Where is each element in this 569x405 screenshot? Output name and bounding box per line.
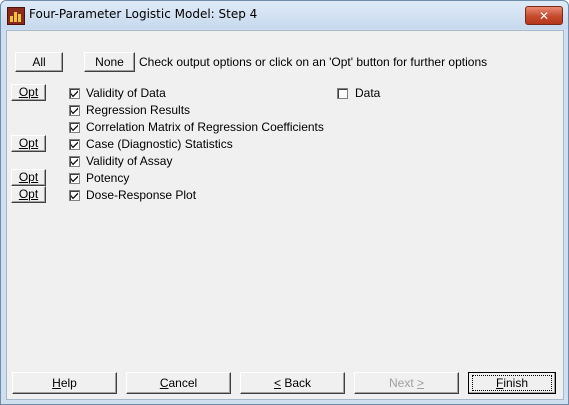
cancel-button[interactable]: Cancel [126, 372, 231, 394]
opt-button[interactable]: Opt [11, 169, 46, 186]
back-button[interactable]: < Back [240, 372, 345, 394]
opt-button-label: Opt [18, 136, 39, 150]
option-checkbox[interactable] [69, 88, 80, 99]
opt-button[interactable]: Opt [11, 186, 46, 203]
focus-rectangle [472, 375, 552, 391]
finish-button[interactable]: Finish [468, 372, 556, 394]
none-button-label: None [95, 55, 124, 69]
data-checkbox-label[interactable]: Data [355, 86, 380, 100]
cancel-button-label: Cancel [159, 376, 198, 390]
next-button[interactable]: Next > [354, 372, 459, 394]
opt-button[interactable]: Opt [11, 84, 46, 101]
close-button[interactable]: ✕ [525, 6, 563, 25]
option-checkbox[interactable] [69, 122, 80, 133]
opt-button-label: Opt [18, 85, 39, 99]
option-label[interactable]: Regression Results [86, 103, 190, 117]
option-checkbox[interactable] [69, 173, 80, 184]
help-button-label: Help [52, 376, 77, 390]
back-button-label: < Back [273, 376, 312, 390]
option-checkbox[interactable] [69, 156, 80, 167]
checkmark-icon [71, 192, 78, 200]
dialog-window: Four-Parameter Logistic Model: Step 4 ✕ … [0, 0, 569, 405]
help-button[interactable]: Help [12, 372, 117, 394]
option-label[interactable]: Validity of Data [86, 86, 166, 100]
next-button-label: Next > [388, 376, 425, 390]
option-checkbox[interactable] [69, 190, 80, 201]
option-checkbox[interactable] [69, 105, 80, 116]
opt-button-label: Opt [18, 170, 39, 184]
checkmark-icon [71, 141, 78, 149]
all-button[interactable]: All [15, 52, 63, 72]
opt-button-label: Opt [18, 187, 39, 201]
option-label[interactable]: Correlation Matrix of Regression Coeffic… [86, 120, 324, 134]
checkmark-icon [71, 158, 78, 166]
checkmark-icon [71, 90, 78, 98]
option-label[interactable]: Dose-Response Plot [86, 188, 196, 202]
dialog-client-area: All None Check output options or click o… [6, 30, 564, 400]
window-title: Four-Parameter Logistic Model: Step 4 [29, 7, 258, 21]
option-label[interactable]: Validity of Assay [86, 154, 172, 168]
data-checkbox[interactable] [337, 88, 348, 99]
checkmark-icon [71, 124, 78, 132]
option-label[interactable]: Potency [86, 171, 129, 185]
title-bar[interactable]: Four-Parameter Logistic Model: Step 4 ✕ [1, 1, 568, 29]
close-icon: ✕ [538, 8, 550, 23]
none-button[interactable]: None [84, 52, 135, 72]
option-checkbox[interactable] [69, 139, 80, 150]
checkmark-icon [71, 175, 78, 183]
opt-button[interactable]: Opt [11, 135, 46, 152]
instruction-text: Check output options or click on an 'Opt… [139, 55, 488, 69]
all-button-label: All [32, 55, 46, 69]
option-label[interactable]: Case (Diagnostic) Statistics [86, 137, 233, 151]
checkmark-icon [71, 107, 78, 115]
app-icon [7, 7, 25, 25]
